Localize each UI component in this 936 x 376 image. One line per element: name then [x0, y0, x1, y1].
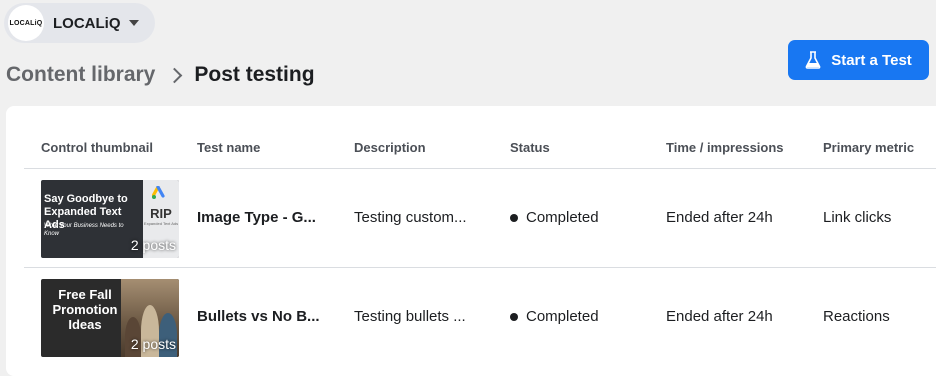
- posts-count: 2 posts: [130, 336, 176, 352]
- thumbnail-rip-sub: Expanded Text Ads: [143, 221, 179, 226]
- column-header-time: Time / impressions: [666, 140, 784, 155]
- status-text: Completed: [526, 308, 599, 325]
- control-thumbnail[interactable]: Free Fall Promotion Ideas 2 posts: [41, 279, 179, 357]
- status-dot-icon: [510, 312, 518, 321]
- account-switcher[interactable]: LOCALiQ LOCALiQ: [4, 3, 155, 43]
- time-impressions: Ended after 24h: [666, 308, 773, 325]
- thumbnail-rip-label: RIP: [150, 206, 172, 221]
- start-test-button[interactable]: Start a Test: [788, 40, 929, 80]
- thumbnail-title: Free Fall Promotion Ideas: [52, 287, 118, 332]
- tests-table: Control thumbnail Test name Description …: [6, 106, 936, 376]
- column-header-primary-metric: Primary metric: [823, 140, 915, 155]
- chevron-down-icon: [128, 20, 139, 26]
- chevron-right-icon: [167, 67, 183, 83]
- status-badge: Completed: [510, 209, 599, 226]
- posts-count: 2 posts: [130, 237, 176, 253]
- column-header-test-name: Test name: [197, 140, 261, 155]
- account-logo: LOCALiQ: [8, 5, 44, 41]
- status-text: Completed: [526, 209, 599, 226]
- status-dot-icon: [510, 213, 518, 222]
- control-thumbnail[interactable]: Say Goodbye to Expanded Text Ads What Yo…: [41, 180, 179, 258]
- test-description: Testing bullets ...: [354, 308, 466, 325]
- time-impressions: Ended after 24h: [666, 209, 773, 226]
- primary-metric: Link clicks: [823, 209, 892, 226]
- status-badge: Completed: [510, 308, 599, 325]
- test-description: Testing custom...: [354, 209, 467, 226]
- column-header-thumbnail: Control thumbnail: [41, 140, 153, 155]
- breadcrumb-content-library[interactable]: Content library: [6, 63, 155, 87]
- column-header-description: Description: [354, 140, 426, 155]
- start-test-label: Start a Test: [831, 51, 912, 69]
- account-name: LOCALiQ: [53, 14, 121, 32]
- column-header-status: Status: [510, 140, 550, 155]
- test-name[interactable]: Image Type - G...: [197, 209, 316, 226]
- primary-metric: Reactions: [823, 308, 890, 325]
- table-row[interactable]: Say Goodbye to Expanded Text Ads What Yo…: [24, 169, 936, 268]
- breadcrumb: Content library Post testing: [6, 60, 315, 90]
- flask-icon: [805, 51, 821, 69]
- test-name[interactable]: Bullets vs No B...: [197, 308, 320, 325]
- table-row[interactable]: Free Fall Promotion Ideas 2 posts Bullet…: [24, 268, 936, 366]
- thumbnail-subtitle: What Your Business Needs to Know: [44, 223, 124, 237]
- google-ads-icon: [152, 186, 165, 199]
- table-header: Control thumbnail Test name Description …: [24, 106, 936, 169]
- page-title: Post testing: [194, 63, 315, 86]
